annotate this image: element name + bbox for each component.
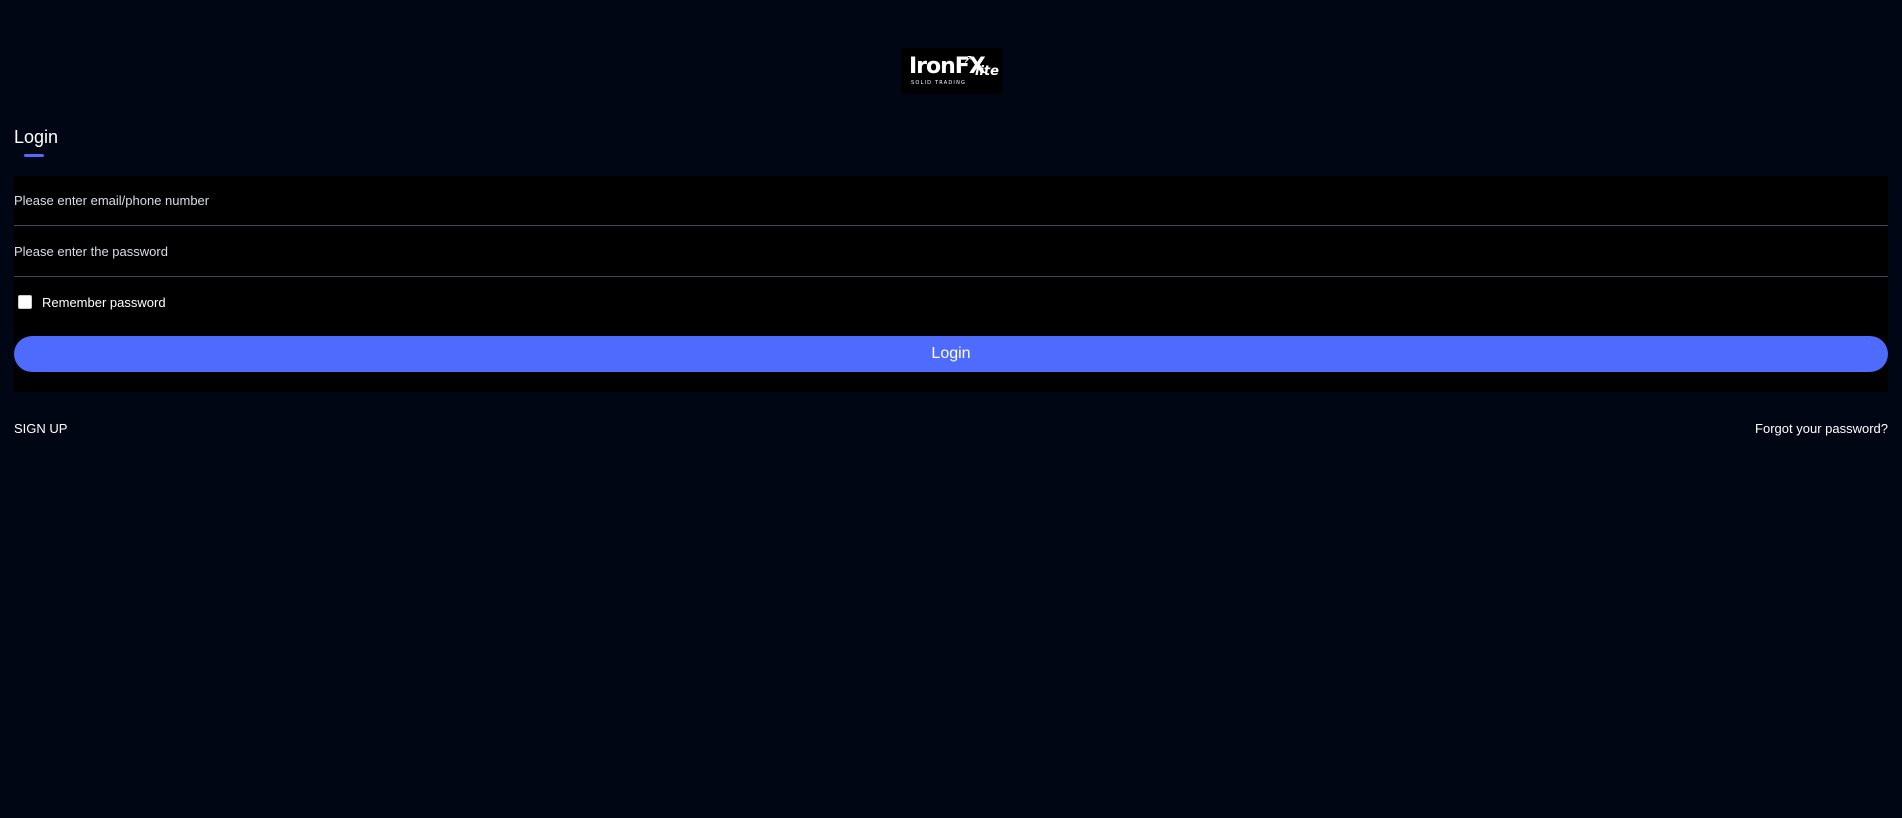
sign-up-link[interactable]: SIGN UP [14, 421, 67, 437]
tab-active-indicator [24, 154, 44, 157]
forgot-password-link[interactable]: Forgot your password? [1755, 421, 1888, 437]
remember-password-row[interactable]: Remember password [18, 293, 166, 311]
arrow-up-right-icon: ↗ [963, 52, 974, 66]
password-input[interactable] [14, 227, 1888, 276]
login-page: IronFX ↗ lite SOLID TRADING Login Rememb… [0, 0, 1902, 818]
remember-password-label: Remember password [42, 294, 166, 310]
remember-password-checkbox[interactable] [18, 295, 32, 309]
login-button[interactable]: Login [14, 336, 1888, 372]
logo-wordmark: IronFX [909, 54, 986, 79]
logo-tagline: SOLID TRADING [911, 80, 967, 86]
email-input[interactable] [14, 176, 1888, 225]
logo-suffix: lite [975, 64, 999, 79]
password-field-row [14, 227, 1888, 277]
tab-login[interactable]: Login [14, 125, 58, 149]
email-field-row [14, 176, 1888, 226]
login-form: Remember password Login [14, 176, 1888, 392]
ironfx-logo: IronFX ↗ lite SOLID TRADING [901, 48, 1002, 94]
